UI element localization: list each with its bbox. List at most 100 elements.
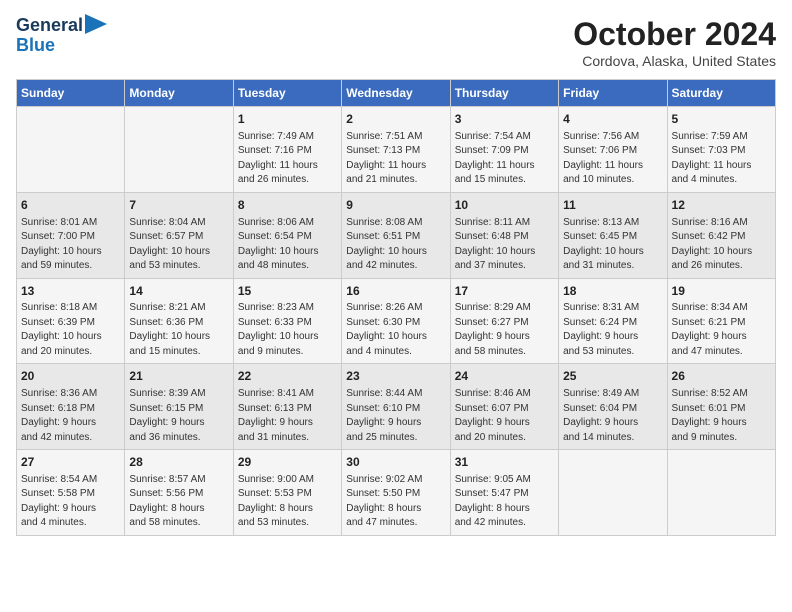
calendar-cell (125, 107, 233, 193)
calendar-cell (17, 107, 125, 193)
day-number: 9 (346, 197, 445, 214)
calendar-cell: 22 Sunrise: 8:41 AM Sunset: 6:13 PM Dayli… (233, 364, 341, 450)
calendar-cell: 3 Sunrise: 7:54 AM Sunset: 7:09 PM Daylig… (450, 107, 558, 193)
logo-text: General (16, 16, 83, 36)
day-info: Sunrise: 8:49 AM Sunset: 6:04 PM Dayligh… (563, 387, 662, 445)
day-info: Sunrise: 7:49 AM Sunset: 7:16 PM Dayligh… (238, 130, 337, 188)
day-number: 5 (672, 111, 771, 128)
calendar-cell: 21 Sunrise: 8:39 AM Sunset: 6:15 PM Dayli… (125, 364, 233, 450)
day-number: 7 (129, 197, 228, 214)
calendar-cell: 5 Sunrise: 7:59 AM Sunset: 7:03 PM Daylig… (667, 107, 775, 193)
day-number: 8 (238, 197, 337, 214)
day-info: Sunrise: 8:04 AM Sunset: 6:57 PM Dayligh… (129, 216, 228, 274)
calendar-cell: 15Sunrise: 8:23 AM Sunset: 6:33 PM Dayli… (233, 278, 341, 364)
calendar-cell: 16Sunrise: 8:26 AM Sunset: 6:30 PM Dayli… (342, 278, 450, 364)
day-number: 6 (21, 197, 120, 214)
day-info: Sunrise: 8:57 AM Sunset: 5:56 PM Dayligh… (129, 473, 228, 531)
day-info: Sunrise: 8:52 AM Sunset: 6:01 PM Dayligh… (672, 387, 771, 445)
day-number: 17 (455, 283, 554, 300)
day-info: Sunrise: 8:06 AM Sunset: 6:54 PM Dayligh… (238, 216, 337, 274)
day-info: Sunrise: 9:02 AM Sunset: 5:50 PM Dayligh… (346, 473, 445, 531)
day-number: 2 (346, 111, 445, 128)
day-number: 20 (21, 368, 120, 385)
calendar-header-row: SundayMondayTuesdayWednesdayThursdayFrid… (17, 80, 776, 107)
day-info: Sunrise: 7:56 AM Sunset: 7:06 PM Dayligh… (563, 130, 662, 188)
calendar-cell: 17Sunrise: 8:29 AM Sunset: 6:27 PM Dayli… (450, 278, 558, 364)
calendar-cell: 8 Sunrise: 8:06 AM Sunset: 6:54 PM Daylig… (233, 192, 341, 278)
day-number: 15 (238, 283, 337, 300)
day-info: Sunrise: 8:18 AM Sunset: 6:39 PM Dayligh… (21, 301, 120, 359)
calendar-cell: 1 Sunrise: 7:49 AM Sunset: 7:16 PM Daylig… (233, 107, 341, 193)
calendar-cell: 2 Sunrise: 7:51 AM Sunset: 7:13 PM Daylig… (342, 107, 450, 193)
day-info: Sunrise: 8:01 AM Sunset: 7:00 PM Dayligh… (21, 216, 120, 274)
calendar-cell: 18Sunrise: 8:31 AM Sunset: 6:24 PM Dayli… (559, 278, 667, 364)
calendar-cell: 6 Sunrise: 8:01 AM Sunset: 7:00 PM Daylig… (17, 192, 125, 278)
title-area: October 2024 Cordova, Alaska, United Sta… (573, 16, 776, 69)
day-info: Sunrise: 8:13 AM Sunset: 6:45 PM Dayligh… (563, 216, 662, 274)
day-info: Sunrise: 8:31 AM Sunset: 6:24 PM Dayligh… (563, 301, 662, 359)
weekday-header: Wednesday (342, 80, 450, 107)
day-info: Sunrise: 8:46 AM Sunset: 6:07 PM Dayligh… (455, 387, 554, 445)
calendar-cell: 14Sunrise: 8:21 AM Sunset: 6:36 PM Dayli… (125, 278, 233, 364)
day-number: 26 (672, 368, 771, 385)
day-number: 24 (455, 368, 554, 385)
calendar-cell: 23Sunrise: 8:44 AM Sunset: 6:10 PM Dayli… (342, 364, 450, 450)
day-info: Sunrise: 7:59 AM Sunset: 7:03 PM Dayligh… (672, 130, 771, 188)
day-info: Sunrise: 8:21 AM Sunset: 6:36 PM Dayligh… (129, 301, 228, 359)
logo: General Blue (16, 16, 107, 56)
day-info: Sunrise: 8:29 AM Sunset: 6:27 PM Dayligh… (455, 301, 554, 359)
calendar-cell: 7 Sunrise: 8:04 AM Sunset: 6:57 PM Daylig… (125, 192, 233, 278)
day-info: Sunrise: 8:41 AM Sunset: 6:13 PM Dayligh… (238, 387, 337, 445)
weekday-header: Sunday (17, 80, 125, 107)
day-info: Sunrise: 8:23 AM Sunset: 6:33 PM Dayligh… (238, 301, 337, 359)
weekday-header: Thursday (450, 80, 558, 107)
day-number: 18 (563, 283, 662, 300)
day-number: 22 (238, 368, 337, 385)
day-info: Sunrise: 8:34 AM Sunset: 6:21 PM Dayligh… (672, 301, 771, 359)
weekday-header: Friday (559, 80, 667, 107)
day-info: Sunrise: 7:51 AM Sunset: 7:13 PM Dayligh… (346, 130, 445, 188)
weekday-header: Saturday (667, 80, 775, 107)
day-number: 13 (21, 283, 120, 300)
calendar-cell (559, 450, 667, 536)
day-number: 28 (129, 454, 228, 471)
day-info: Sunrise: 7:54 AM Sunset: 7:09 PM Dayligh… (455, 130, 554, 188)
calendar-cell: 26 Sunrise: 8:52 AM Sunset: 6:01 PM Dayli… (667, 364, 775, 450)
calendar-cell: 25Sunrise: 8:49 AM Sunset: 6:04 PM Dayli… (559, 364, 667, 450)
calendar-cell: 19Sunrise: 8:34 AM Sunset: 6:21 PM Dayli… (667, 278, 775, 364)
day-info: Sunrise: 8:54 AM Sunset: 5:58 PM Dayligh… (21, 473, 120, 531)
day-number: 10 (455, 197, 554, 214)
calendar-cell: 31Sunrise: 9:05 AM Sunset: 5:47 PM Dayli… (450, 450, 558, 536)
day-number: 29 (238, 454, 337, 471)
day-number: 16 (346, 283, 445, 300)
day-number: 4 (563, 111, 662, 128)
day-number: 1 (238, 111, 337, 128)
day-number: 21 (129, 368, 228, 385)
calendar-cell: 20 Sunrise: 8:36 AM Sunset: 6:18 PM Dayli… (17, 364, 125, 450)
day-info: Sunrise: 8:44 AM Sunset: 6:10 PM Dayligh… (346, 387, 445, 445)
calendar-cell (667, 450, 775, 536)
day-number: 31 (455, 454, 554, 471)
calendar-table: SundayMondayTuesdayWednesdayThursdayFrid… (16, 79, 776, 536)
day-number: 3 (455, 111, 554, 128)
day-info: Sunrise: 8:26 AM Sunset: 6:30 PM Dayligh… (346, 301, 445, 359)
day-info: Sunrise: 9:00 AM Sunset: 5:53 PM Dayligh… (238, 473, 337, 531)
calendar-week-row: 6 Sunrise: 8:01 AM Sunset: 7:00 PM Daylig… (17, 192, 776, 278)
calendar-cell: 4 Sunrise: 7:56 AM Sunset: 7:06 PM Daylig… (559, 107, 667, 193)
weekday-header: Tuesday (233, 80, 341, 107)
day-info: Sunrise: 8:39 AM Sunset: 6:15 PM Dayligh… (129, 387, 228, 445)
logo-arrow-icon (85, 14, 107, 34)
calendar-week-row: 13Sunrise: 8:18 AM Sunset: 6:39 PM Dayli… (17, 278, 776, 364)
location-subtitle: Cordova, Alaska, United States (573, 53, 776, 69)
calendar-cell: 11Sunrise: 8:13 AM Sunset: 6:45 PM Dayli… (559, 192, 667, 278)
calendar-cell: 24 Sunrise: 8:46 AM Sunset: 6:07 PM Dayli… (450, 364, 558, 450)
calendar-week-row: 1 Sunrise: 7:49 AM Sunset: 7:16 PM Daylig… (17, 107, 776, 193)
day-info: Sunrise: 8:36 AM Sunset: 6:18 PM Dayligh… (21, 387, 120, 445)
weekday-header: Monday (125, 80, 233, 107)
calendar-cell: 28 Sunrise: 8:57 AM Sunset: 5:56 PM Dayli… (125, 450, 233, 536)
day-number: 14 (129, 283, 228, 300)
day-info: Sunrise: 8:16 AM Sunset: 6:42 PM Dayligh… (672, 216, 771, 274)
day-number: 27 (21, 454, 120, 471)
day-info: Sunrise: 8:11 AM Sunset: 6:48 PM Dayligh… (455, 216, 554, 274)
day-info: Sunrise: 8:08 AM Sunset: 6:51 PM Dayligh… (346, 216, 445, 274)
